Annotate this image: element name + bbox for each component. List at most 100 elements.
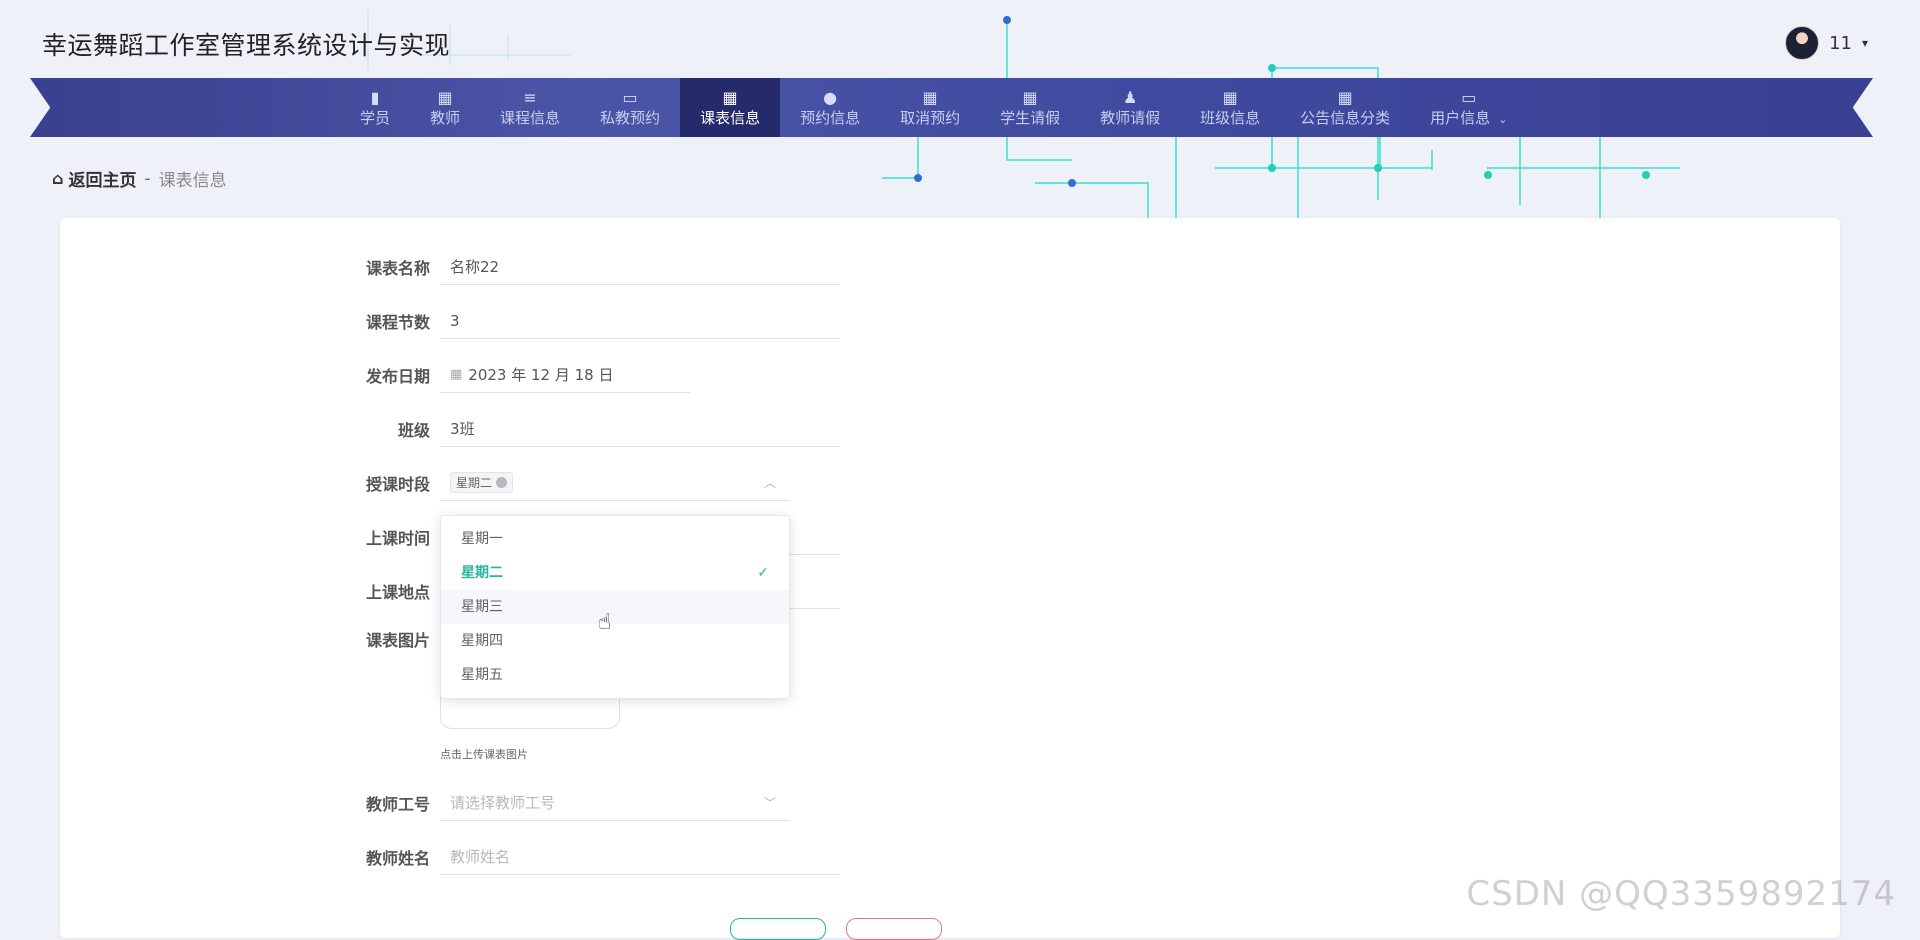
nav-label-row: 预约信息	[800, 109, 860, 127]
period-option-label: 星期一	[461, 531, 503, 547]
sessions-input[interactable]: 3	[440, 303, 840, 339]
breadcrumb-home[interactable]: ⌂ 返回主页	[52, 166, 136, 191]
nav-item-label: 用户信息	[1430, 108, 1491, 127]
row-teacher-id: 教师工号 请选择教师工号 ﹀	[340, 785, 790, 821]
nav-item-8[interactable]: ♟ 教师请假	[1080, 78, 1180, 137]
chevron-down-icon[interactable]: ⌄	[1498, 113, 1507, 126]
chevron-down-icon[interactable]: ﹀	[764, 794, 776, 811]
nav-item-label: 学生请假	[1000, 108, 1061, 127]
nav-item-5[interactable]: ● 预约信息	[780, 78, 880, 137]
hand-cursor-icon: ☝	[598, 610, 612, 635]
chevron-up-icon[interactable]: ︿	[764, 474, 776, 491]
row-sessions: 课程节数 3	[340, 303, 840, 339]
publish-date-value: 2023 年 12 月 18 日	[468, 366, 614, 384]
period-option-label: 星期四	[461, 633, 503, 649]
period-tag: 星期二	[450, 472, 514, 493]
teacher-name-input[interactable]: 教师姓名	[440, 839, 840, 875]
nav-item-9[interactable]: ▦ 班级信息	[1180, 78, 1280, 137]
row-publish-date: 发布日期 ▦ 2023 年 12 月 18 日	[340, 357, 690, 393]
top-header: 幸运舞蹈工作室管理系统设计与实现 11 ▾	[0, 0, 1920, 78]
teacher-id-placeholder: 请选择教师工号	[450, 794, 556, 812]
period-option[interactable]: 星期五	[441, 658, 789, 692]
nav-item-label: 私教预约	[600, 108, 661, 127]
nav-item-10[interactable]: ▦ 公告信息分类	[1280, 78, 1410, 137]
schedule-name-input[interactable]: 名称22	[440, 249, 840, 285]
nav-item-label: 班级信息	[1200, 108, 1261, 127]
row-period: 授课时段 星期二 ︿	[340, 465, 790, 501]
class-label: 班级	[397, 421, 430, 440]
period-option[interactable]: 星期一	[441, 522, 789, 556]
caret-down-icon[interactable]: ▾	[1862, 36, 1868, 50]
nav-label-row: 私教预约	[600, 109, 660, 127]
teacher-id-select[interactable]: 请选择教师工号 ﹀	[440, 785, 790, 821]
bulb-icon: ●	[823, 87, 838, 107]
period-options: 星期一星期二 ✓ 星期三星期四星期五	[441, 516, 789, 692]
period-option-label: 星期三	[461, 599, 503, 615]
period-option[interactable]: 星期三	[441, 590, 789, 624]
nav-item-7[interactable]: ▦ 学生请假	[980, 78, 1080, 137]
nav-item-2[interactable]: ≡ 课程信息	[480, 78, 580, 137]
nav-item-label: 课表信息	[700, 108, 761, 127]
row-class: 班级 3班	[340, 411, 840, 447]
period-option-label: 星期五	[461, 667, 503, 683]
submit-button[interactable]	[730, 918, 826, 940]
breadcrumb-current: 课表信息	[158, 171, 227, 191]
breadcrumb-home-label[interactable]: 返回主页	[68, 166, 136, 191]
home-icon: ⌂	[52, 169, 64, 188]
nav-item-label: 教师	[430, 108, 461, 127]
nav-item-label: 公告信息分类	[1300, 108, 1391, 127]
nav-label-row: 用户信息 ⌄	[1430, 109, 1507, 127]
period-label: 授课时段	[365, 475, 430, 494]
teacher-id-label: 教师工号	[365, 795, 430, 814]
row-image: 课表图片	[340, 627, 440, 651]
nav-item-4[interactable]: ▦ 课表信息	[680, 78, 781, 137]
avatar[interactable]	[1785, 26, 1820, 60]
user-name[interactable]: 11	[1829, 33, 1852, 54]
nav-item-11[interactable]: ▭ 用户信息 ⌄	[1410, 78, 1527, 137]
calendar-icon: ▦	[450, 367, 463, 382]
user-menu[interactable]: 11 ▾	[1785, 26, 1868, 60]
schedule-name-label: 课表名称	[365, 259, 430, 278]
nav-label-row: 课表信息	[700, 109, 760, 127]
upload-hint: 点击上传课表图片	[440, 748, 528, 761]
grid-icon: ▦	[1222, 87, 1238, 107]
nav-item-1[interactable]: ▦ 教师	[410, 78, 480, 137]
sessions-label: 课程节数	[365, 313, 430, 332]
row-teacher-name: 教师姓名 教师姓名	[340, 839, 840, 875]
class-time-label: 上课时间	[365, 529, 430, 548]
teacher-name-label: 教师姓名	[365, 849, 430, 868]
row-schedule-name: 课表名称 名称22	[340, 249, 840, 285]
nav-label-row: 教师请假	[1100, 109, 1160, 127]
cancel-button[interactable]	[846, 918, 942, 940]
period-option[interactable]: 星期二 ✓	[441, 556, 789, 590]
grid-icon: ▦	[1337, 87, 1353, 107]
publish-date-input[interactable]: ▦ 2023 年 12 月 18 日	[440, 357, 690, 393]
grid-icon: ▦	[922, 87, 938, 107]
nav-label-row: 班级信息	[1200, 109, 1260, 127]
period-option[interactable]: 星期四	[441, 624, 789, 658]
grid-icon: ▦	[1022, 87, 1038, 107]
nav-label-row: 公告信息分类	[1300, 109, 1390, 127]
location-label: 上课地点	[365, 583, 430, 602]
list-icon: ≡	[523, 87, 537, 107]
watermark: CSDN @QQ3359892174	[1466, 874, 1896, 914]
nav-items: ▮ 学员 ▦ 教师 ≡ 课程信息 ▭ 私教预约 ▦ 课表信息 ● 预约信息 ▦ 取消预约 ▦ 学生请假 ♟ 教师请…	[340, 78, 1527, 137]
nav-item-label: 教师请假	[1100, 108, 1161, 127]
breadcrumb-separator: -	[144, 168, 151, 189]
period-tag-label: 星期二	[456, 476, 493, 490]
nav-item-3[interactable]: ▭ 私教预约	[580, 78, 680, 137]
grid-icon: ▦	[437, 87, 453, 107]
period-select[interactable]: 星期二 ︿	[440, 465, 790, 501]
nav-item-0[interactable]: ▮ 学员	[340, 78, 410, 137]
nav-label-row: 教师	[430, 109, 460, 127]
nav-label-row: 课程信息	[500, 109, 560, 127]
image-label: 课表图片	[365, 631, 430, 650]
nav-label-row: 学员	[360, 109, 390, 127]
nav-item-6[interactable]: ▦ 取消预约	[880, 78, 980, 137]
nav-label-row: 学生请假	[1000, 109, 1060, 127]
period-dropdown: 星期一星期二 ✓ 星期三星期四星期五	[440, 515, 790, 699]
tag-close-icon[interactable]	[496, 477, 508, 488]
class-input[interactable]: 3班	[440, 411, 840, 447]
check-icon: ✓	[757, 565, 769, 581]
card-icon: ▭	[1461, 87, 1477, 107]
